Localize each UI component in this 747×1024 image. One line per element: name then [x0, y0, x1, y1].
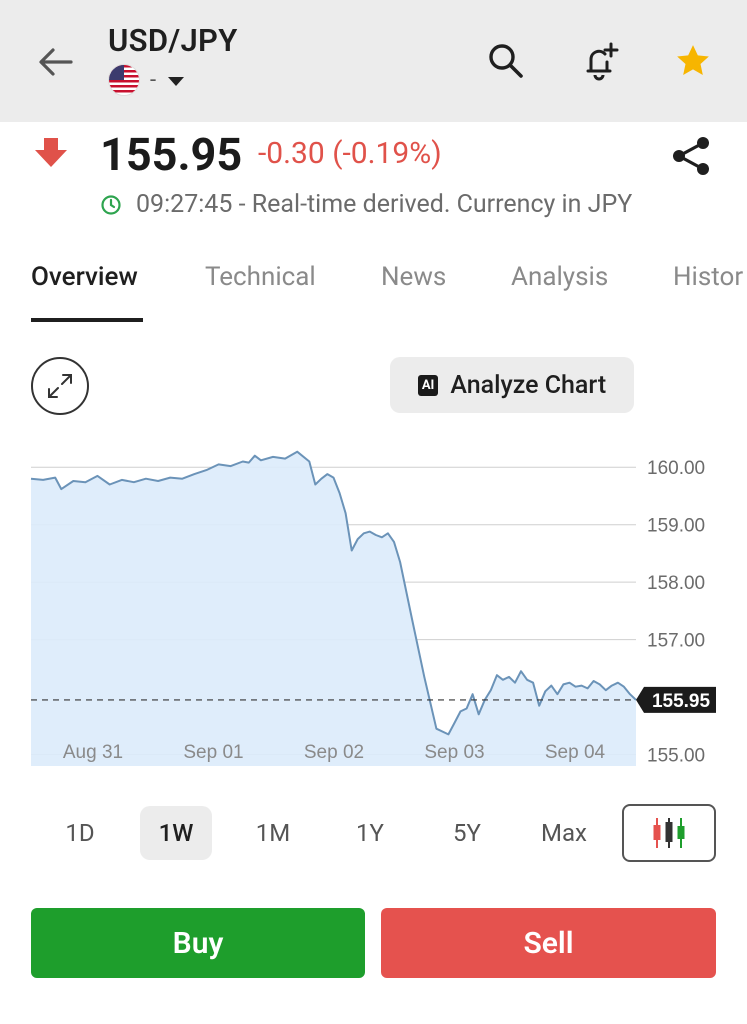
- sell-label: Sell: [523, 925, 574, 961]
- chevron-down-icon: [168, 76, 185, 86]
- last-price: 155.95: [100, 128, 243, 181]
- range-5y[interactable]: 5Y: [431, 806, 503, 860]
- arrow-down-icon: [35, 138, 67, 167]
- range-1y[interactable]: 1Y: [334, 806, 406, 860]
- analyze-chart-button[interactable]: AI Analyze Chart: [390, 357, 634, 413]
- back-button[interactable]: [30, 40, 80, 84]
- range-1w[interactable]: 1W: [140, 806, 212, 860]
- price-chart-svg: 160.00 159.00 158.00 157.00 155.00 Aug 31 Sep …: [30, 450, 716, 767]
- buy-label: Buy: [172, 925, 224, 961]
- arrow-left-icon: [39, 48, 73, 76]
- y-tick-label: 160.00: [647, 458, 705, 479]
- instrument-selector[interactable]: -: [108, 64, 185, 96]
- x-tick-label: Sep 04: [545, 742, 606, 763]
- tab-analysis[interactable]: Analysis: [511, 262, 608, 292]
- tab-history[interactable]: Histor: [673, 262, 743, 292]
- price-change: -0.30 (-0.19%): [258, 136, 442, 171]
- buy-button[interactable]: Buy: [31, 908, 365, 978]
- ai-icon: AI: [417, 374, 439, 396]
- share-icon: [673, 137, 709, 175]
- x-tick-label: Sep 02: [304, 742, 364, 763]
- range-1d[interactable]: 1D: [44, 806, 116, 860]
- market-status: 09:27:45 - Real-time derived. Currency i…: [100, 190, 632, 219]
- search-button[interactable]: [481, 36, 531, 86]
- price-chart[interactable]: 160.00 159.00 158.00 157.00 155.00 Aug 31 Sep …: [0, 440, 747, 780]
- search-icon: [489, 44, 523, 78]
- x-tick-label: Sep 01: [183, 742, 243, 763]
- quote-row: 155.95 -0.30 (-0.19%): [0, 124, 747, 186]
- x-tick-label: Sep 03: [424, 742, 484, 763]
- chart-type-button[interactable]: [622, 804, 716, 862]
- tab-overview[interactable]: Overview: [31, 262, 138, 292]
- tab-bar: Overview Technical News Analysis Histor: [0, 252, 747, 324]
- bell-add-icon: [586, 42, 619, 81]
- y-tick-label: 157.00: [647, 631, 705, 652]
- y-tick-label: 155.00: [647, 746, 705, 767]
- tab-news[interactable]: News: [381, 262, 446, 292]
- range-selector: 1D 1W 1M 1Y 5Y Max: [0, 802, 747, 862]
- clock-icon: [101, 194, 121, 215]
- status-text: 09:27:45 - Real-time derived. Currency i…: [136, 190, 633, 219]
- y-tick-label: 158.00: [647, 573, 705, 594]
- price-area: [31, 451, 636, 766]
- candlestick-icon: [653, 818, 685, 848]
- active-tab-indicator: [31, 318, 143, 322]
- us-flag-icon: [108, 64, 140, 96]
- instrument-title: USD/JPY: [108, 22, 238, 59]
- range-max[interactable]: Max: [528, 806, 600, 860]
- range-1m[interactable]: 1M: [237, 806, 309, 860]
- expand-icon: [48, 374, 72, 398]
- app-header: USD/JPY -: [0, 0, 747, 122]
- x-tick-label: Aug 31: [63, 742, 123, 763]
- fullscreen-button[interactable]: [31, 357, 89, 415]
- analyze-chart-label: Analyze Chart: [450, 370, 607, 400]
- watchlist-button[interactable]: [668, 36, 718, 86]
- star-icon: [677, 45, 709, 75]
- share-button[interactable]: [665, 130, 717, 182]
- current-price-label: 155.95: [652, 691, 711, 712]
- add-alert-button[interactable]: [575, 36, 625, 86]
- tab-technical[interactable]: Technical: [205, 262, 316, 292]
- sell-button[interactable]: Sell: [381, 908, 716, 978]
- instrument-sub-label: -: [150, 67, 157, 93]
- y-tick-label: 159.00: [647, 516, 705, 537]
